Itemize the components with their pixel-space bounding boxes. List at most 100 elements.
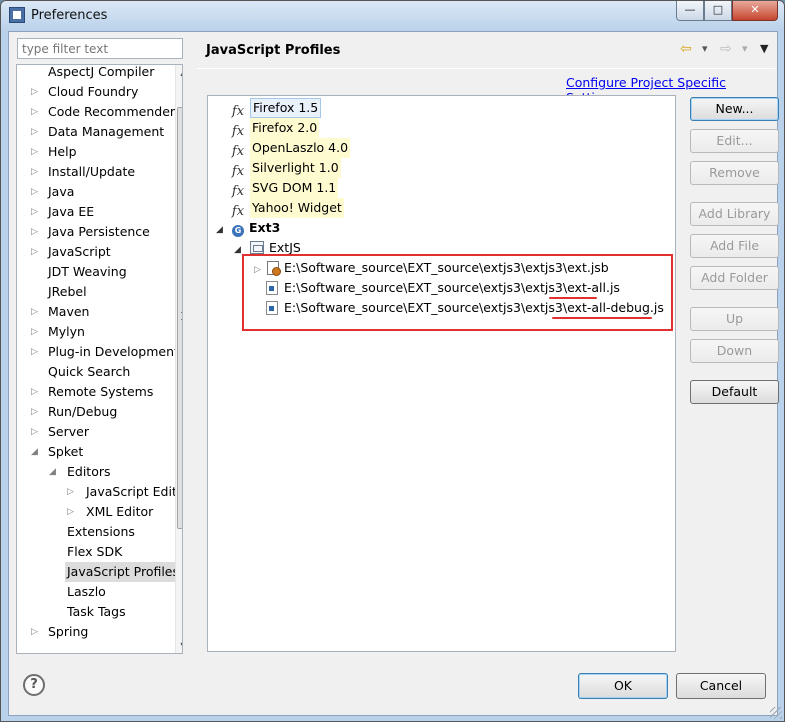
sidebar-item-label: Plug-in Development — [48, 344, 179, 359]
sidebar-item-label: JavaScript — [48, 244, 111, 259]
panel-sash[interactable] — [190, 32, 193, 682]
expand-arrow-icon[interactable]: ▷ — [31, 402, 41, 422]
expand-arrow-icon[interactable]: ▷ — [31, 622, 41, 642]
profile-label: OpenLaszlo 4.0 — [250, 138, 351, 158]
down-button[interactable]: Down — [690, 339, 779, 363]
window-title: Preferences — [31, 8, 108, 23]
remove-button[interactable]: Remove — [690, 161, 779, 185]
expand-arrow-icon[interactable] — [49, 522, 59, 542]
expand-arrow-icon[interactable]: ◢ — [31, 442, 41, 462]
sidebar-item-label: Editors — [67, 464, 111, 479]
forward-icon[interactable]: ⇨ — [720, 41, 732, 57]
tree-vertical-scrollbar[interactable]: ▲ ▼ — [175, 65, 182, 653]
add-library-button[interactable]: Add Library — [690, 202, 779, 226]
profile-label: Yahoo! Widget — [250, 198, 344, 218]
expand-arrow-icon[interactable]: ▷ — [31, 222, 41, 242]
sidebar-item-label: Java EE — [48, 204, 95, 219]
profile-item[interactable]: fx SVG DOM 1.1 — [230, 178, 339, 199]
sidebar-item-label: Server — [48, 424, 89, 439]
expand-arrow-icon[interactable] — [31, 262, 41, 282]
ok-button[interactable]: OK — [578, 673, 668, 699]
expand-arrow-icon[interactable]: ▷ — [31, 202, 41, 222]
expand-arrow-icon[interactable]: ◢ — [216, 220, 232, 240]
up-button[interactable]: Up — [690, 307, 779, 331]
annotation-underline-ext-all — [549, 297, 597, 299]
expand-arrow-icon[interactable]: ▷ — [67, 482, 77, 502]
expand-arrow-icon[interactable]: ▷ — [31, 242, 41, 262]
sidebar-item-label: JRebel — [48, 284, 87, 299]
expand-arrow-icon[interactable]: ◢ — [49, 462, 59, 482]
sidebar-item-label: Spring — [48, 624, 89, 639]
profiles-tree: fx Firefox 1.5 fx Firefox 2.0 fx OpenLaszlo 4… — [207, 95, 676, 652]
resize-grip[interactable] — [770, 707, 782, 719]
sidebar-item-label: JavaScript Profiles — [65, 562, 182, 582]
profile-label: Ext3 — [249, 220, 281, 235]
sidebar-item-label: JDT Weaving — [48, 264, 127, 279]
new-button[interactable]: New... — [690, 97, 779, 121]
expand-arrow-icon[interactable] — [49, 602, 59, 622]
view-menu-icon[interactable]: ▼ — [760, 41, 768, 57]
scroll-up-icon[interactable]: ▲ — [176, 65, 182, 80]
expand-arrow-icon[interactable]: ▷ — [31, 122, 41, 142]
title-separator — [197, 68, 775, 69]
expand-arrow-icon[interactable] — [49, 582, 59, 602]
profile-item[interactable]: fx Firefox 2.0 — [230, 118, 320, 139]
expand-arrow-icon[interactable]: ▷ — [31, 382, 41, 402]
expand-arrow-icon[interactable]: ▷ — [31, 322, 41, 342]
expand-arrow-icon[interactable] — [31, 65, 41, 82]
expand-arrow-icon[interactable]: ▷ — [31, 342, 41, 362]
profile-item[interactable]: fx Yahoo! Widget — [230, 198, 344, 219]
sidebar-item-label: Task Tags — [67, 604, 126, 619]
app-icon — [9, 7, 25, 23]
title-bar[interactable]: Preferences — □ ✕ — [1, 1, 784, 31]
maximize-button[interactable]: □ — [704, 1, 732, 21]
profile-label: Silverlight 1.0 — [250, 158, 341, 178]
expand-arrow-icon[interactable]: ▷ — [31, 102, 41, 122]
page-title: JavaScript Profiles — [206, 43, 341, 58]
preferences-window: Preferences — □ ✕ AspectJ Compiler ▷ Cloud… — [0, 0, 785, 722]
expand-arrow-icon[interactable]: ▷ — [31, 142, 41, 162]
expand-arrow-icon[interactable]: ▷ — [31, 422, 41, 442]
sidebar-item-label: Code Recommenders — [48, 104, 182, 119]
page-navigation: ⇦ ▾ ⇨ ▾ ▼ — [674, 41, 774, 59]
profile-item[interactable]: fx Firefox 1.5 — [230, 98, 322, 119]
back-menu-icon[interactable]: ▾ — [702, 41, 708, 57]
expand-arrow-icon[interactable]: ▷ — [31, 302, 41, 322]
expand-arrow-icon[interactable]: ▷ — [31, 182, 41, 202]
scroll-thumb[interactable] — [177, 107, 182, 529]
cancel-button[interactable]: Cancel — [676, 673, 766, 699]
default-button[interactable]: Default — [690, 380, 779, 404]
add-folder-button[interactable]: Add Folder — [690, 266, 779, 290]
profile-item[interactable]: fx Silverlight 1.0 — [230, 158, 341, 179]
expand-arrow-icon[interactable]: ▷ — [67, 502, 77, 522]
expand-arrow-icon[interactable] — [31, 282, 41, 302]
sidebar-item-label: Laszlo — [67, 584, 106, 599]
profile-icon: G — [232, 225, 244, 237]
sidebar-item-label: Maven — [48, 304, 90, 319]
help-icon[interactable]: ? — [23, 674, 45, 696]
sidebar-item-label: Spket — [48, 444, 84, 459]
expand-arrow-icon[interactable]: ▷ — [31, 82, 41, 102]
scroll-down-icon[interactable]: ▼ — [176, 638, 182, 653]
profile-ext3[interactable]: ◢ G Ext3 — [216, 218, 280, 238]
sidebar-item-label: Data Management — [48, 124, 165, 139]
expand-arrow-icon[interactable] — [49, 562, 59, 582]
expand-arrow-icon[interactable]: ▷ — [31, 162, 41, 182]
filter-input[interactable] — [17, 38, 183, 59]
annotation-underline-ext-all-debug — [552, 317, 652, 319]
sidebar-item-label: Java — [48, 184, 75, 199]
dialog-body: AspectJ Compiler ▷ Cloud Foundry ▷ Code Reco… — [8, 31, 779, 716]
library-label: ExtJS — [269, 240, 301, 255]
expand-arrow-icon[interactable] — [31, 362, 41, 382]
add-file-button[interactable]: Add File — [690, 234, 779, 258]
close-button[interactable]: ✕ — [732, 1, 778, 21]
sidebar-item-label: Mylyn — [48, 324, 85, 339]
back-icon[interactable]: ⇦ — [680, 41, 692, 57]
forward-menu-icon[interactable]: ▾ — [742, 41, 748, 57]
expand-arrow-icon[interactable] — [49, 542, 59, 562]
edit-button[interactable]: Edit... — [690, 129, 779, 153]
minimize-button[interactable]: — — [676, 1, 704, 21]
sidebar-item-label: Quick Search — [48, 364, 131, 379]
profile-item[interactable]: fx OpenLaszlo 4.0 — [230, 138, 351, 159]
profile-label: Firefox 1.5 — [250, 98, 322, 118]
